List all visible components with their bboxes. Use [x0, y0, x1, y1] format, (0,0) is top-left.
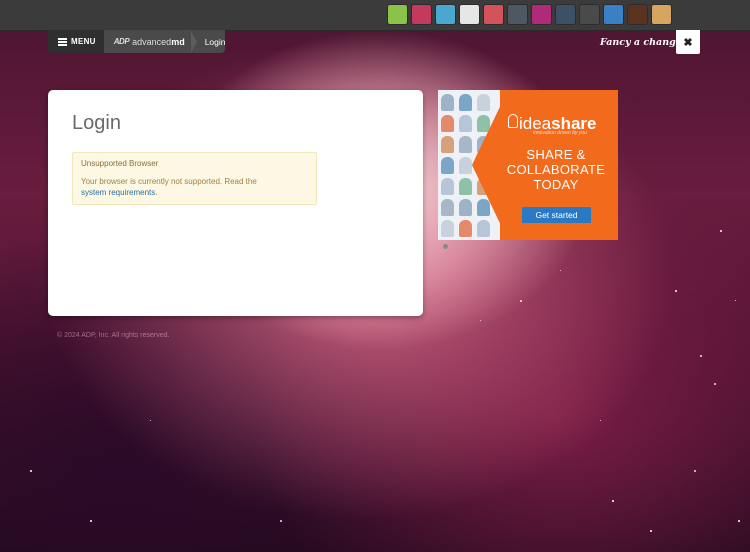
- person-avatar-icon: [459, 199, 472, 216]
- green-leaves-theme-swatch[interactable]: [388, 5, 407, 24]
- magenta-theme-swatch[interactable]: [532, 5, 551, 24]
- star: [480, 320, 481, 321]
- alert-message: Your browser is currently not supported.…: [81, 176, 311, 198]
- copyright-text: © 2024 ADP, Inc. All rights reserved.: [57, 332, 170, 339]
- ocean-theme-swatch[interactable]: [436, 5, 455, 24]
- login-card: Login Unsupported Browser Your browser i…: [48, 90, 423, 316]
- logo-text-bold: md: [171, 36, 185, 47]
- star: [600, 420, 601, 421]
- menu-label: MENU: [71, 37, 96, 46]
- star: [650, 530, 652, 532]
- close-icon: ✖: [683, 36, 693, 49]
- hamburger-icon: [58, 38, 67, 46]
- star: [90, 520, 92, 522]
- ad-headline-line-2: COLLABORATE: [506, 162, 606, 177]
- red-mosaic-theme-swatch[interactable]: [484, 5, 503, 24]
- star: [694, 470, 696, 472]
- advancedmd-logo[interactable]: ADP advanced md: [104, 30, 191, 53]
- star: [720, 230, 722, 232]
- adp-logo-mark: ADP: [113, 37, 130, 46]
- person-avatar-icon: [459, 136, 472, 153]
- person-avatar-icon: [441, 115, 454, 132]
- ad-headline: SHARE & COLLABORATE TODAY: [498, 147, 614, 192]
- ideashare-ad-banner[interactable]: ideashare innovation driven by you SHARE…: [438, 90, 618, 240]
- star: [612, 500, 614, 502]
- person-avatar-icon: [441, 94, 454, 111]
- person-avatar-icon: [441, 178, 454, 195]
- logo-text: advanced: [132, 36, 172, 47]
- star: [700, 355, 702, 357]
- slate-theme-swatch[interactable]: [508, 5, 527, 24]
- person-avatar-icon: [459, 94, 472, 111]
- star: [735, 300, 736, 301]
- star: [675, 290, 677, 292]
- person-avatar-icon: [441, 199, 454, 216]
- person-avatar-icon: [459, 115, 472, 132]
- carousel-dot[interactable]: [443, 244, 448, 249]
- dark-steel-theme-swatch[interactable]: [556, 5, 575, 24]
- theme-toolbar: [0, 0, 750, 31]
- star: [150, 420, 151, 421]
- person-avatar-icon: [441, 157, 454, 174]
- get-started-button[interactable]: Get started: [522, 207, 591, 223]
- menu-button[interactable]: MENU: [48, 30, 104, 53]
- ad-tagline: innovation driven by you: [533, 130, 587, 136]
- page-title: Login: [72, 112, 121, 134]
- breadcrumb: MENU ADP advanced md Login: [48, 30, 226, 53]
- person-avatar-icon: [459, 178, 472, 195]
- charcoal-theme-swatch[interactable]: [580, 5, 599, 24]
- breadcrumb-current-page: Login: [204, 36, 226, 47]
- star: [520, 300, 522, 302]
- star: [280, 520, 282, 522]
- lightbulb-icon: [508, 114, 518, 128]
- system-requirements-link[interactable]: system requirements: [81, 188, 155, 197]
- alert-title: Unsupported Browser: [81, 159, 159, 168]
- close-theme-bar-button[interactable]: ✖: [676, 30, 700, 54]
- alert-text: Your browser is currently not supported.…: [81, 177, 257, 186]
- star: [560, 270, 561, 271]
- alert-period: .: [155, 188, 158, 197]
- theme-change-prompt[interactable]: Fancy a change?: [600, 37, 687, 48]
- star: [30, 470, 32, 472]
- sand-theme-swatch[interactable]: [652, 5, 671, 24]
- unsupported-browser-alert: Unsupported Browser Your browser is curr…: [72, 152, 317, 205]
- white-theme-swatch[interactable]: [460, 5, 479, 24]
- ad-headline-line-3: TODAY: [533, 177, 579, 192]
- person-avatar-icon: [459, 220, 472, 237]
- berry-theme-swatch[interactable]: [412, 5, 431, 24]
- person-avatar-icon: [441, 136, 454, 153]
- person-avatar-icon: [441, 220, 454, 237]
- ad-headline-line-1: SHARE &: [526, 147, 586, 162]
- star: [738, 520, 740, 522]
- wood-theme-swatch[interactable]: [628, 5, 647, 24]
- person-avatar-icon: [459, 157, 472, 174]
- blue-theme-swatch[interactable]: [604, 5, 623, 24]
- star: [714, 383, 716, 385]
